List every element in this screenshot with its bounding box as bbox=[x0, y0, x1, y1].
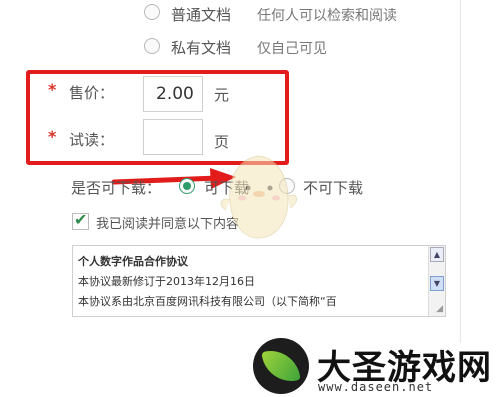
scroll-down-icon[interactable]: ▼ bbox=[430, 276, 444, 291]
mascot-watermark-icon bbox=[220, 155, 297, 239]
agreement-line-2: 本协议系由北京百度网讯科技有限公司（以下简称“百 bbox=[78, 295, 337, 308]
public-doc-label: 普通文档 bbox=[171, 6, 232, 24]
private-doc-hint: 仅自己可见 bbox=[257, 41, 327, 57]
public-doc-radio[interactable] bbox=[144, 4, 160, 20]
private-doc-radio[interactable] bbox=[144, 38, 160, 54]
public-doc-hint: 任何人可以检索和阅读 bbox=[257, 8, 397, 24]
download-label: 是否可下载： bbox=[71, 179, 162, 197]
upload-settings-panel: 普通文档 任何人可以检索和阅读 私有文档 仅自己可见 * 售价： 2.00 元 … bbox=[0, 0, 501, 343]
panel-border bbox=[460, 0, 461, 343]
brand-url: www.daseen.net bbox=[318, 380, 434, 394]
private-doc-label: 私有文档 bbox=[171, 39, 232, 57]
agreement-line-1: 本协议最新修订于2013年12月16日 bbox=[78, 275, 255, 288]
checkmark-icon: ✔ bbox=[74, 210, 88, 229]
allow-download-radio[interactable] bbox=[179, 178, 195, 194]
deny-download-label: 不可下载 bbox=[303, 179, 364, 197]
agreement-title: 个人数字作品合作协议 bbox=[78, 255, 188, 268]
agree-checkbox[interactable]: ✔ bbox=[72, 210, 89, 230]
agreement-textarea[interactable]: 个人数字作品合作协议 本协议最新修订于2013年12月16日 本协议系由北京百度… bbox=[72, 245, 446, 317]
scroll-up-icon[interactable]: ▲ bbox=[430, 247, 444, 262]
resize-grip-icon[interactable]: ◢ bbox=[436, 304, 443, 314]
